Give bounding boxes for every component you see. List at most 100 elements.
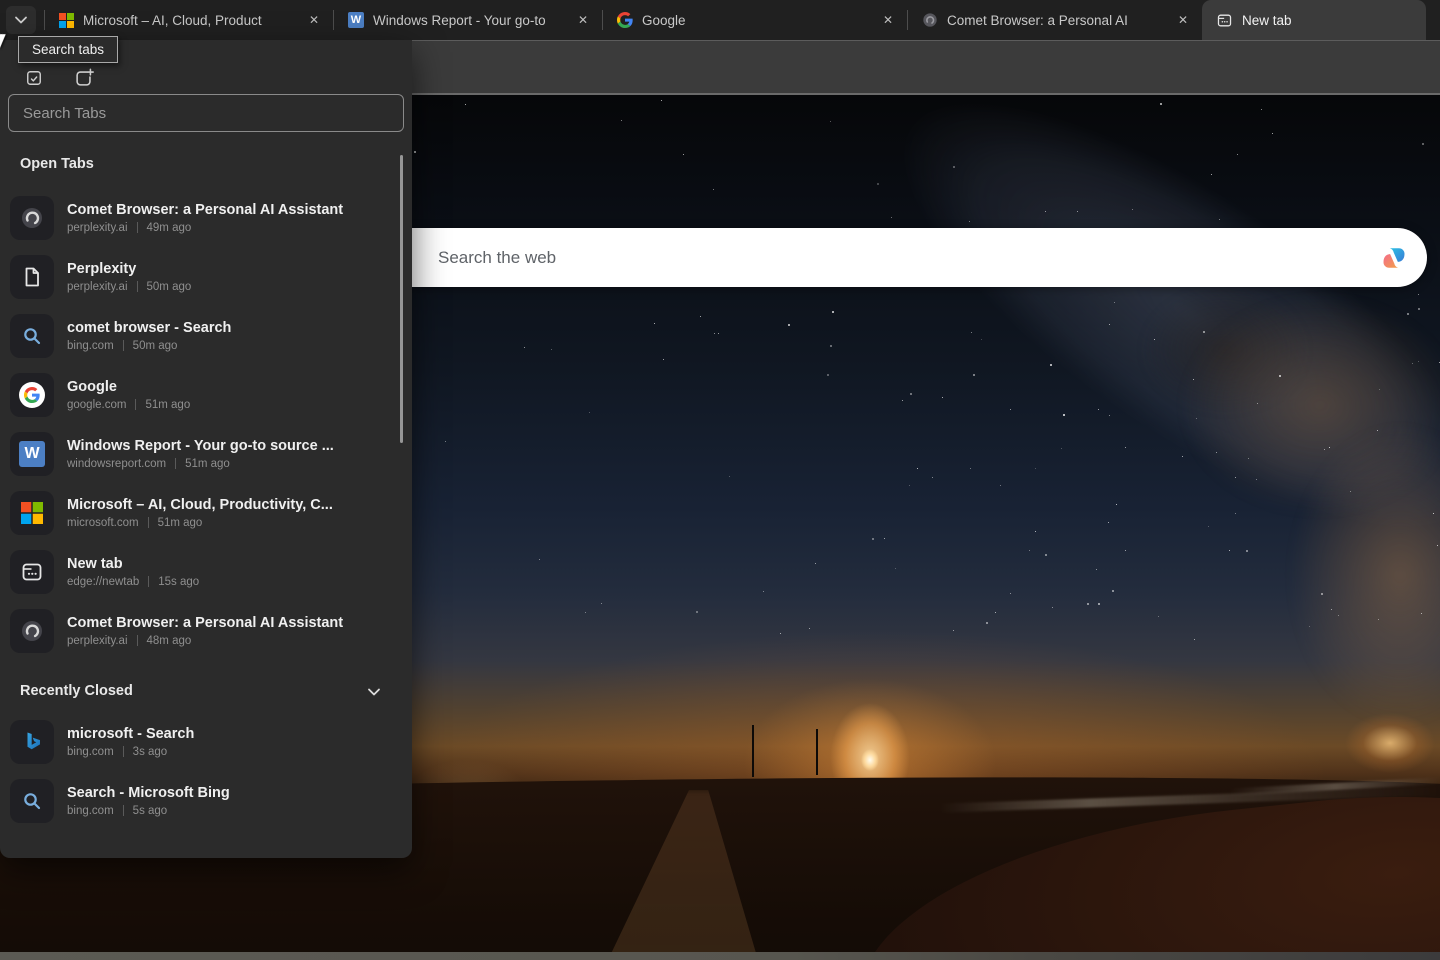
item-title: Search - Microsoft Bing xyxy=(67,785,230,801)
tab-list-item[interactable]: Comet Browser: a Personal AI Assistant p… xyxy=(0,601,412,660)
tab-list-item[interactable]: Perplexity perplexity.ai 50m ago xyxy=(0,247,412,306)
item-time: 5s ago xyxy=(133,805,168,817)
item-title: Windows Report - Your go-to source ... xyxy=(67,438,334,454)
comet-logo-icon xyxy=(922,12,938,28)
tab-title: Windows Report - Your go-to xyxy=(373,13,565,28)
tab-comet-browser[interactable]: Comet Browser: a Personal AI ✕ xyxy=(908,0,1202,40)
tab-list-item[interactable]: microsoft - Search bing.com 3s ago xyxy=(0,712,412,771)
item-title: comet browser - Search xyxy=(67,320,231,336)
item-title: Comet Browser: a Personal AI Assistant xyxy=(67,615,343,631)
chevron-down-icon xyxy=(13,12,29,28)
divider xyxy=(137,635,138,646)
tab-list-item[interactable]: Search - Microsoft Bing bing.com 5s ago xyxy=(0,771,412,830)
google-logo-icon xyxy=(10,373,54,417)
item-title: Perplexity xyxy=(67,261,191,277)
item-domain: google.com xyxy=(67,399,126,411)
windows-report-icon: W xyxy=(348,12,364,28)
item-time: 51m ago xyxy=(158,517,203,529)
item-title: microsoft - Search xyxy=(67,726,194,742)
web-search-bar[interactable] xyxy=(358,228,1427,287)
tab-google[interactable]: Google ✕ xyxy=(603,0,907,40)
item-domain: perplexity.ai xyxy=(67,635,128,647)
microsoft-logo-icon xyxy=(10,491,54,535)
divider xyxy=(135,399,136,410)
tab-title: Comet Browser: a Personal AI xyxy=(947,13,1165,28)
tab-windows-report[interactable]: W Windows Report - Your go-to ✕ xyxy=(334,0,602,40)
tab-bar: Microsoft – AI, Cloud, Product ✕ W Windo… xyxy=(0,0,1440,40)
item-time: 48m ago xyxy=(147,635,192,647)
comet-icon xyxy=(10,609,54,653)
item-title: Google xyxy=(67,379,190,395)
copilot-icon xyxy=(1380,240,1408,276)
tab-list-item[interactable]: comet browser - Search bing.com 50m ago xyxy=(0,306,412,365)
tab-microsoft[interactable]: Microsoft – AI, Cloud, Product ✕ xyxy=(45,0,333,40)
item-time: 15s ago xyxy=(158,576,199,588)
open-tabs-header: Open Tabs xyxy=(20,156,412,174)
new-tab-icon xyxy=(10,550,54,594)
item-domain: perplexity.ai xyxy=(67,281,128,293)
bing-icon xyxy=(10,720,54,764)
close-tab-icon[interactable]: ✕ xyxy=(574,11,592,29)
add-tab-group-icon[interactable] xyxy=(72,66,96,90)
divider xyxy=(175,458,176,469)
browser-window: Microsoft – AI, Cloud, Product ✕ W Windo… xyxy=(0,0,1440,960)
item-domain: windowsreport.com xyxy=(67,458,166,470)
windows-report-icon: W xyxy=(10,432,54,476)
recently-closed-title: Recently Closed xyxy=(20,683,133,701)
document-icon xyxy=(10,255,54,299)
item-time: 50m ago xyxy=(133,340,178,352)
tab-list-item[interactable]: Microsoft – AI, Cloud, Productivity, C..… xyxy=(0,483,412,542)
item-title: Comet Browser: a Personal AI Assistant xyxy=(67,202,343,218)
tab-list-item[interactable]: W Windows Report - Your go-to source ...… xyxy=(0,424,412,483)
tab-search-input[interactable] xyxy=(8,94,404,132)
open-tabs-list: Comet Browser: a Personal AI Assistant p… xyxy=(0,188,412,660)
item-time: 51m ago xyxy=(145,399,190,411)
new-tab-icon xyxy=(1216,12,1233,29)
item-domain: bing.com xyxy=(67,340,114,352)
divider xyxy=(137,281,138,292)
item-domain: bing.com xyxy=(67,805,114,817)
close-tab-icon[interactable]: ✕ xyxy=(1174,11,1192,29)
tab-title: Microsoft – AI, Cloud, Product xyxy=(83,13,296,28)
recently-closed-header: Recently Closed xyxy=(20,682,382,702)
tab-list-item[interactable]: Google google.com 51m ago xyxy=(0,365,412,424)
item-domain: microsoft.com xyxy=(67,517,139,529)
tab-list-item[interactable]: Comet Browser: a Personal AI Assistant p… xyxy=(0,188,412,247)
tab-title: Google xyxy=(642,13,870,28)
google-logo-icon xyxy=(617,12,633,28)
item-domain: bing.com xyxy=(67,746,114,758)
panel-scrollbar[interactable] xyxy=(400,155,403,443)
divider xyxy=(148,576,149,587)
item-domain: perplexity.ai xyxy=(67,222,128,234)
taskbar-edge-strip xyxy=(0,952,1440,960)
copilot-button[interactable] xyxy=(1374,238,1414,278)
item-title: Microsoft – AI, Cloud, Productivity, C..… xyxy=(67,497,333,513)
web-search-input[interactable] xyxy=(358,228,1374,287)
nebula-dust xyxy=(1290,425,1440,725)
collapse-section-icon[interactable] xyxy=(366,684,382,700)
divider xyxy=(148,517,149,528)
tab-strip: Microsoft – AI, Cloud, Product ✕ W Windo… xyxy=(44,0,1426,40)
microsoft-logo-icon xyxy=(59,13,74,28)
pole-silhouette xyxy=(816,729,818,775)
close-tab-icon[interactable]: ✕ xyxy=(305,11,323,29)
search-tabs-tooltip: Search tabs xyxy=(18,36,118,63)
divider xyxy=(123,746,124,757)
vertical-tabs-icon[interactable] xyxy=(22,66,46,90)
divider xyxy=(123,805,124,816)
item-time: 51m ago xyxy=(185,458,230,470)
item-time: 50m ago xyxy=(147,281,192,293)
recently-closed-list: microsoft - Search bing.com 3s ago Search… xyxy=(0,712,412,830)
close-tab-icon[interactable]: ✕ xyxy=(879,11,897,29)
item-domain: edge://newtab xyxy=(67,576,139,588)
item-title: New tab xyxy=(67,556,199,572)
search-icon xyxy=(10,314,54,358)
search-icon xyxy=(10,779,54,823)
divider xyxy=(123,340,124,351)
tab-new-tab-active[interactable]: New tab xyxy=(1202,0,1426,40)
tab-list-item[interactable]: New tab edge://newtab 15s ago xyxy=(0,542,412,601)
divider xyxy=(137,222,138,233)
tab-actions-menu-button[interactable] xyxy=(6,6,36,34)
item-time: 3s ago xyxy=(133,746,168,758)
comet-icon xyxy=(10,196,54,240)
